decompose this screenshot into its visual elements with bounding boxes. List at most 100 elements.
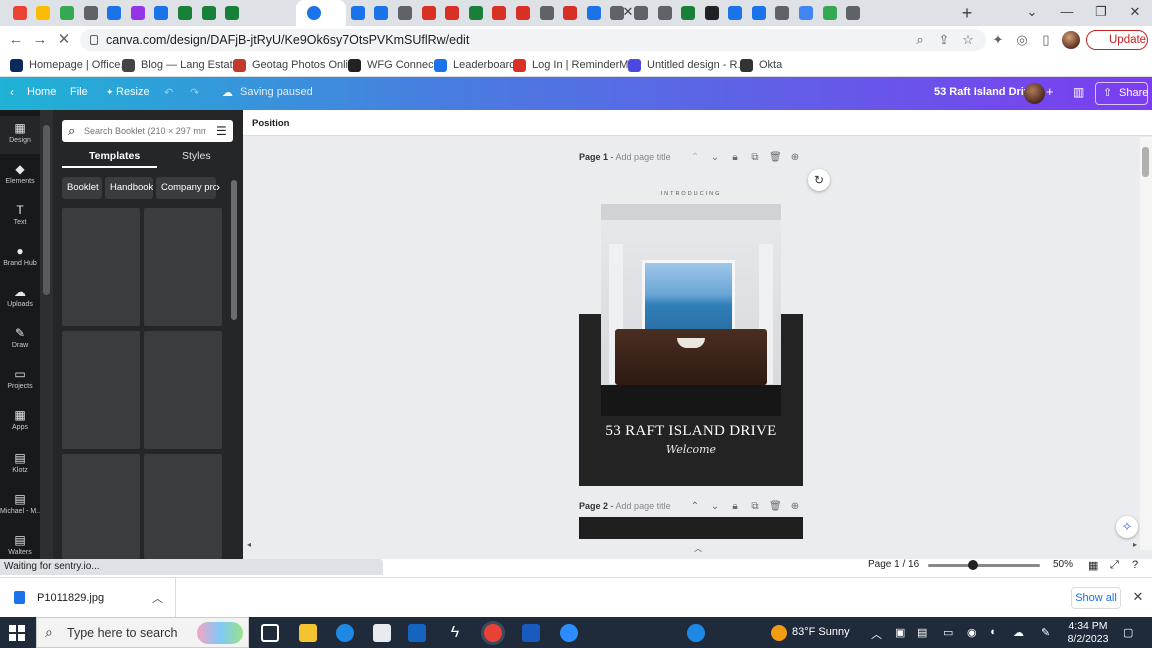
bookmark-item[interactable]: Leaderboard <box>434 57 515 73</box>
panel-scrollbar[interactable] <box>230 170 238 559</box>
share-page-icon[interactable]: ⇪ <box>936 32 952 48</box>
design-heading[interactable]: 53 RAFT ISLAND DRIVE <box>579 423 803 440</box>
pinned-tab-favicon-icon[interactable] <box>177 6 192 20</box>
pinned-tab-favicon-icon[interactable] <box>374 6 389 20</box>
tab-styles[interactable]: Styles <box>182 150 211 162</box>
lock-page-icon[interactable]: 🔒︎ <box>729 152 741 164</box>
pinned-tab-favicon-icon[interactable] <box>681 6 696 20</box>
move-page-down-icon[interactable]: ⌄ <box>709 152 721 164</box>
task-view-icon[interactable] <box>261 624 279 642</box>
tab-search-chevron-icon[interactable]: ⌄ <box>1023 2 1041 22</box>
fullscreen-icon[interactable]: ⤢ <box>1110 559 1119 572</box>
active-tab[interactable]: ✕ <box>296 0 633 26</box>
rail-item-uploads[interactable]: ☁ Uploads <box>0 280 40 318</box>
filter-sliders-icon[interactable]: ☰ <box>216 123 227 139</box>
help-bubble-icon[interactable] <box>687 624 705 642</box>
add-page-icon[interactable]: ⊕ <box>789 152 801 164</box>
pinned-tab-favicon-icon[interactable] <box>563 6 578 20</box>
app-lightning-icon[interactable]: ϟ <box>446 624 464 642</box>
lock-page-icon[interactable]: 🔒︎ <box>729 501 741 513</box>
page-indicator[interactable]: Page 1 / 16 <box>868 559 919 570</box>
download-options-chevron-icon[interactable]: ︿ <box>152 590 163 606</box>
help-icon[interactable]: ? <box>1132 559 1138 571</box>
design-title[interactable]: 53 Raft Island Drive <box>934 86 1036 98</box>
page1-add-title[interactable]: Add page title <box>616 152 671 162</box>
back-icon[interactable]: ← <box>6 30 26 50</box>
extensions-icon[interactable]: ✦ <box>990 32 1006 48</box>
pinned-tab-favicon-icon[interactable] <box>799 6 814 20</box>
chip-handbook[interactable]: Handbook <box>105 177 153 199</box>
canvas-horizontal-scrollbar[interactable]: ◂ ▸ <box>243 540 1152 552</box>
tray-app-icon[interactable]: ▣ <box>895 626 905 639</box>
rail-item-design[interactable]: ▦ Design <box>0 116 40 154</box>
delete-page-icon[interactable]: 🗑︎ <box>769 501 782 513</box>
pinned-tab-favicon-icon[interactable] <box>515 6 530 20</box>
pinned-tab-favicon-icon[interactable] <box>421 6 436 20</box>
refresh-design-icon[interactable]: ↻ <box>808 169 830 191</box>
loading-stop-icon[interactable]: ✕ <box>54 30 74 50</box>
scroll-left-icon[interactable]: ◂ <box>247 540 251 549</box>
redo-icon[interactable]: ↷ <box>190 86 199 99</box>
template-thumbnail[interactable] <box>144 331 222 449</box>
collaborator-avatar[interactable] <box>1024 83 1045 104</box>
delete-page-icon[interactable]: 🗑︎ <box>769 152 782 164</box>
windows-start-icon[interactable] <box>9 625 25 641</box>
magic-assistant-icon[interactable]: ✧ <box>1116 516 1138 538</box>
rail-item-projects[interactable]: ▭ Projects <box>0 362 40 400</box>
new-tab-button[interactable]: + <box>958 2 976 24</box>
add-collaborator-icon[interactable]: + <box>1046 84 1054 99</box>
bookmark-item[interactable]: WFG Connect <box>348 57 437 73</box>
canvas-scrollbar-thumb[interactable] <box>1142 147 1149 177</box>
update-button[interactable]: Update <box>1086 30 1148 50</box>
extension-circle-icon[interactable]: ◎ <box>1014 32 1030 48</box>
pinned-tab-favicon-icon[interactable] <box>397 6 412 20</box>
rail-item-elements[interactable]: ◆ Elements <box>0 157 40 195</box>
template-thumbnail[interactable] <box>62 454 140 559</box>
introducing-text[interactable]: INTRODUCING <box>579 191 803 197</box>
template-search-input[interactable] <box>84 124 206 138</box>
tray-meet-icon[interactable]: ▤ <box>917 626 927 639</box>
pinned-tab-favicon-icon[interactable] <box>350 6 365 20</box>
url-text[interactable]: canva.com/design/DAFjB-jtRyU/Ke9Ok6sy7Ot… <box>106 33 469 47</box>
side-panel-icon[interactable]: ▯ <box>1038 32 1054 48</box>
bookmark-item[interactable]: Log In | ReminderM... <box>513 57 638 73</box>
pinned-tab-favicon-icon[interactable] <box>657 6 672 20</box>
zoom-lens-icon[interactable]: ⌕ <box>912 32 928 48</box>
omnibox[interactable]: canva.com/design/DAFjB-jtRyU/Ke9Ok6sy7Ot… <box>80 29 986 51</box>
taskbar-search-box[interactable]: ⌕ Type here to search <box>36 617 249 648</box>
pinned-tab-favicon-icon[interactable] <box>822 6 837 20</box>
show-all-downloads-button[interactable]: Show all <box>1071 587 1121 609</box>
pinned-tab-favicon-icon[interactable] <box>846 6 861 20</box>
bookmark-item[interactable]: Okta <box>740 57 782 73</box>
home-button[interactable]: Home <box>27 86 56 98</box>
zoom-level[interactable]: 50% <box>1053 559 1073 570</box>
minimize-icon[interactable]: — <box>1058 2 1076 22</box>
pinned-tab-favicon-icon[interactable] <box>492 6 507 20</box>
scroll-right-icon[interactable]: ▸ <box>1133 540 1137 549</box>
pinned-tab-favicon-icon[interactable] <box>728 6 743 20</box>
design-welcome-script[interactable]: Welcome <box>579 443 803 456</box>
download-item[interactable]: P1011829.jpg ︿ <box>0 578 176 618</box>
move-page-up-icon[interactable]: ⌃ <box>689 501 701 513</box>
rail-item-walters[interactable]: ▤ Walters <box>0 528 40 559</box>
weather-sun-icon[interactable] <box>771 625 787 641</box>
profile-avatar[interactable] <box>1062 31 1080 49</box>
clock-date[interactable]: 8/2/2023 <box>1064 633 1112 645</box>
add-page-icon[interactable]: ⊕ <box>789 501 801 513</box>
template-thumbnail[interactable] <box>62 331 140 449</box>
file-menu-button[interactable]: File <box>70 86 88 98</box>
speaker-icon[interactable]: ◖ <box>989 626 996 638</box>
pinned-tab-favicon-icon[interactable] <box>633 6 648 20</box>
mail-icon[interactable] <box>408 624 426 642</box>
template-thumbnail[interactable] <box>144 208 222 326</box>
pen-tray-icon[interactable]: ✎ <box>1041 626 1050 639</box>
rail-item-draw[interactable]: ✎ Draw <box>0 321 40 359</box>
bookmark-item[interactable]: Untitled design - R... <box>628 57 747 73</box>
pinned-tab-favicon-icon[interactable] <box>154 6 169 20</box>
pinned-tab-favicon-icon[interactable] <box>83 6 98 20</box>
chip-company-profile[interactable]: Company profi <box>156 177 216 199</box>
chips-next-chevron-icon[interactable]: › <box>216 180 220 194</box>
zoom-app-icon[interactable] <box>560 624 578 642</box>
pinned-tab-favicon-icon[interactable] <box>445 6 460 20</box>
grid-view-icon[interactable]: ▦ <box>1088 559 1098 572</box>
